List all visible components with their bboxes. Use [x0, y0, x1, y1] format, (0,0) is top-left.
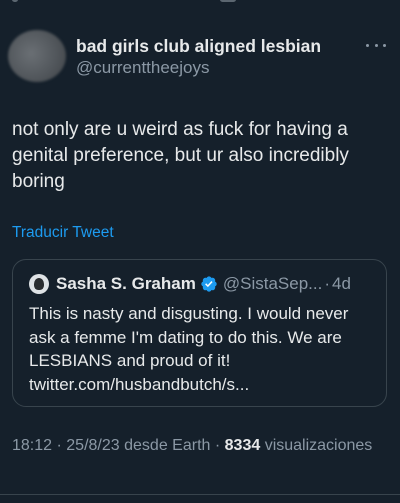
- author-display-name[interactable]: bad girls club aligned lesbian: [76, 36, 376, 56]
- quoted-timestamp: 4d: [331, 274, 351, 293]
- tweet-time[interactable]: 18:12: [12, 437, 52, 454]
- author-handle[interactable]: @currenttheejoys: [76, 57, 376, 79]
- quoted-handle: @SistaSep...: [222, 274, 323, 293]
- tweet-date[interactable]: 25/8/23: [66, 437, 119, 454]
- meta-separator: ·: [56, 437, 62, 454]
- cut-off-action-bar: [0, 0, 400, 6]
- quoted-avatar: [29, 274, 49, 294]
- tweet-metadata: 18:12 · 25/8/23 desde Earth · 8334 visua…: [12, 434, 382, 457]
- translate-tweet-link[interactable]: Traducir Tweet: [12, 224, 114, 242]
- quoted-display-name: Sasha S. Graham: [56, 274, 196, 293]
- more-options-icon[interactable]: [366, 40, 386, 50]
- quoted-tweet[interactable]: Sasha S. Graham @SistaSep... · 4d This i…: [12, 259, 387, 407]
- quoted-tweet-header: Sasha S. Graham @SistaSep... · 4d: [29, 273, 351, 295]
- verified-badge-icon: [201, 276, 217, 292]
- tweet-text: not only are u weird as fuck for having …: [12, 119, 349, 192]
- quoted-tweet-text: This is nasty and disgusting. I would ne…: [29, 304, 349, 394]
- quoted-separator: ·: [324, 274, 330, 293]
- tweet-source: desde Earth: [124, 437, 211, 454]
- meta-separator: ·: [214, 437, 221, 454]
- tweet-author[interactable]: bad girls club aligned lesbian @currentt…: [76, 36, 376, 79]
- views-label[interactable]: visualizaciones: [265, 437, 373, 454]
- tweet-detail: bad girls club aligned lesbian @currentt…: [0, 0, 400, 503]
- divider: [0, 494, 400, 495]
- views-count[interactable]: 8334: [225, 437, 261, 454]
- avatar[interactable]: [8, 30, 66, 82]
